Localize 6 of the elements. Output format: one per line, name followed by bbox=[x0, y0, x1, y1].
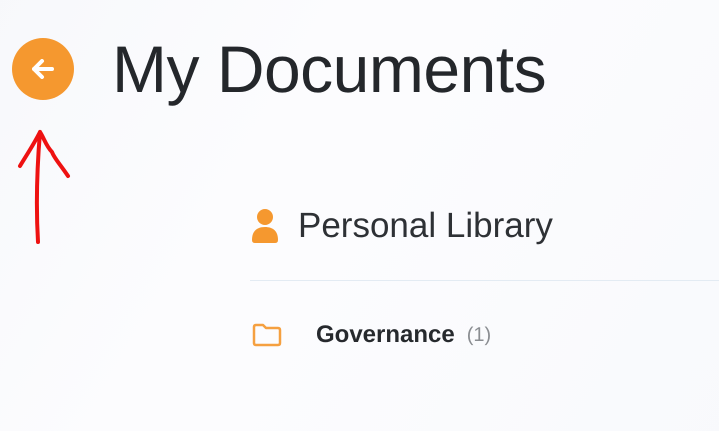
folder-name[interactable]: Governance bbox=[316, 321, 455, 349]
library-title: Personal Library bbox=[298, 206, 553, 246]
folder-icon bbox=[252, 323, 282, 347]
arrow-left-icon bbox=[32, 59, 54, 79]
person-icon bbox=[252, 209, 278, 243]
item-count: (1) bbox=[466, 324, 492, 346]
